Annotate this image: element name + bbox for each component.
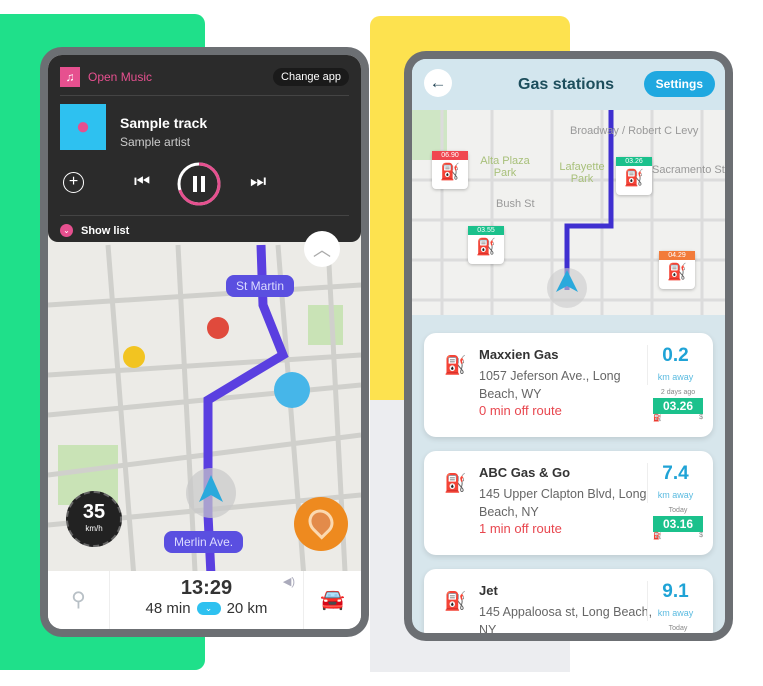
back-button[interactable]: ←	[424, 69, 452, 97]
gas-pump-icon: ⛽	[440, 164, 460, 181]
street-label-st-martin: St Martin	[226, 275, 295, 297]
report-button[interactable]	[294, 497, 348, 551]
search-icon: ⚲	[71, 589, 86, 611]
play-pause-button[interactable]	[176, 161, 222, 207]
station-card[interactable]: ⛽ Jet 145 Appaloosa st, Long Beach, NY 9…	[424, 569, 713, 633]
price-badge: 03.26	[653, 398, 703, 414]
price-updated: Today	[668, 625, 688, 632]
gas-pump-icon: ⛽	[653, 533, 662, 540]
price-updated: Today	[668, 507, 688, 514]
map-label: Lafayette Park	[559, 161, 605, 185]
price-updated: 2 days ago	[660, 389, 696, 396]
show-list-button[interactable]: ⌄ Show list	[60, 215, 349, 237]
station-name: ABC Gas & Go	[479, 465, 571, 480]
street-label-merlin-ave: Merlin Ave.	[164, 531, 244, 553]
change-app-button[interactable]: Change app	[273, 68, 349, 86]
pin-icon	[303, 504, 339, 540]
station-card[interactable]: ⛽ ABC Gas & Go 145 Upper Clapton Blvd, L…	[424, 451, 713, 555]
gas-pump-icon: ⛽	[444, 355, 467, 375]
track-title: Sample track	[120, 115, 208, 131]
sound-icon[interactable]: ◀)	[283, 575, 295, 588]
map-label: Broadway / Robert C Levy	[570, 125, 699, 137]
gas-pump-icon: ⛽	[444, 473, 467, 493]
previous-track-icon[interactable]: ⏮	[134, 171, 150, 192]
track-artist: Sample artist	[120, 135, 191, 149]
settings-button[interactable]: Settings	[643, 71, 715, 97]
chevron-down-icon: ⌄	[60, 224, 73, 237]
off-route: 1 min off route	[479, 521, 562, 536]
speed-unit: km/h	[85, 524, 103, 533]
collapse-chevron-button[interactable]: ︿	[304, 231, 340, 267]
speedometer: 35 km/h	[66, 491, 122, 547]
distance-value: 7.4	[662, 463, 689, 484]
station-address: 1057 Jeferson Ave., Long Beach, WY	[479, 369, 621, 401]
navigation-screen: St Martin Merlin Ave. ♫ Open Music Chang…	[48, 55, 361, 629]
right-phone: ← Gas stations Settings Broadway / Rober…	[404, 51, 733, 641]
map-label: Alta Plaza Park	[480, 155, 530, 179]
gas-pump-icon: ⛽	[476, 239, 496, 256]
station-address: 145 Upper Clapton Blvd, Long Beach, NY	[479, 487, 647, 519]
station-name: Jet	[479, 583, 498, 598]
next-track-icon[interactable]: ⏭	[250, 171, 266, 192]
header: ← Gas stations Settings	[412, 59, 725, 110]
marker-price: 04.29	[659, 251, 695, 260]
music-player-panel: ♫ Open Music Change app ● Sample track S…	[48, 55, 361, 242]
gas-price-marker[interactable]: 04.29 ⛽	[659, 251, 695, 289]
music-app-name: Open Music	[88, 70, 153, 84]
trip-summary[interactable]: 13:29 48 min ⌄ 20 km ◀)	[110, 571, 303, 629]
distance-unit: km away	[657, 490, 694, 500]
gas-price-marker[interactable]: 03.55 ⛽	[468, 226, 504, 264]
music-note-icon: ♫	[60, 67, 80, 87]
vehicle-button[interactable]: 🚘	[303, 571, 361, 629]
map-label: Bush St	[496, 198, 535, 210]
eta-time: 13:29	[180, 577, 233, 599]
left-phone: St Martin Merlin Ave. ♫ Open Music Chang…	[40, 47, 369, 637]
currency: $	[699, 414, 703, 421]
distance-unit: km away	[657, 372, 694, 382]
car-icon: 🚘	[320, 589, 345, 611]
trip-bar: ⚲ 13:29 48 min ⌄ 20 km ◀) 🚘	[48, 571, 361, 629]
gas-pump-icon: ⛽	[653, 415, 662, 422]
station-name: Maxxien Gas	[479, 347, 559, 362]
trip-duration: 48 min	[145, 600, 191, 617]
distance-unit: km away	[657, 608, 694, 618]
currency: $	[699, 532, 703, 539]
map-label: Sacramento St	[652, 164, 725, 176]
station-card[interactable]: ⛽ Maxxien Gas 1057 Jeferson Ave., Long B…	[424, 333, 713, 437]
gas-price-marker[interactable]: 06.90 ⛽	[432, 151, 468, 189]
marker-price: 03.55	[468, 226, 504, 235]
gas-pump-icon: ⛽	[624, 170, 644, 187]
show-list-label: Show list	[81, 224, 130, 237]
distance-value: 0.2	[662, 345, 689, 366]
gas-pump-icon: ⛽	[667, 264, 687, 281]
off-route: 0 min off route	[479, 403, 562, 418]
gas-price-marker[interactable]: 03.26 ⛽	[616, 157, 652, 195]
price-badge: 03.16	[653, 516, 703, 532]
distance-value: 9.1	[662, 581, 689, 602]
search-button[interactable]: ⚲	[48, 571, 110, 629]
speed-value: 35	[82, 501, 106, 523]
station-address: 145 Appaloosa st, Long Beach, NY	[479, 605, 653, 633]
trip-distance: 20 km	[226, 600, 268, 617]
page-title: Gas stations	[518, 76, 615, 93]
gas-stations-screen: ← Gas stations Settings Broadway / Rober…	[412, 59, 725, 633]
marker-price: 06.90	[432, 151, 468, 160]
chevron-down-icon: ⌄	[196, 602, 221, 615]
album-art: ●	[60, 104, 106, 150]
add-icon[interactable]: +	[63, 172, 84, 193]
gas-pump-icon: ⛽	[444, 591, 467, 611]
marker-price: 03.26	[616, 157, 652, 166]
